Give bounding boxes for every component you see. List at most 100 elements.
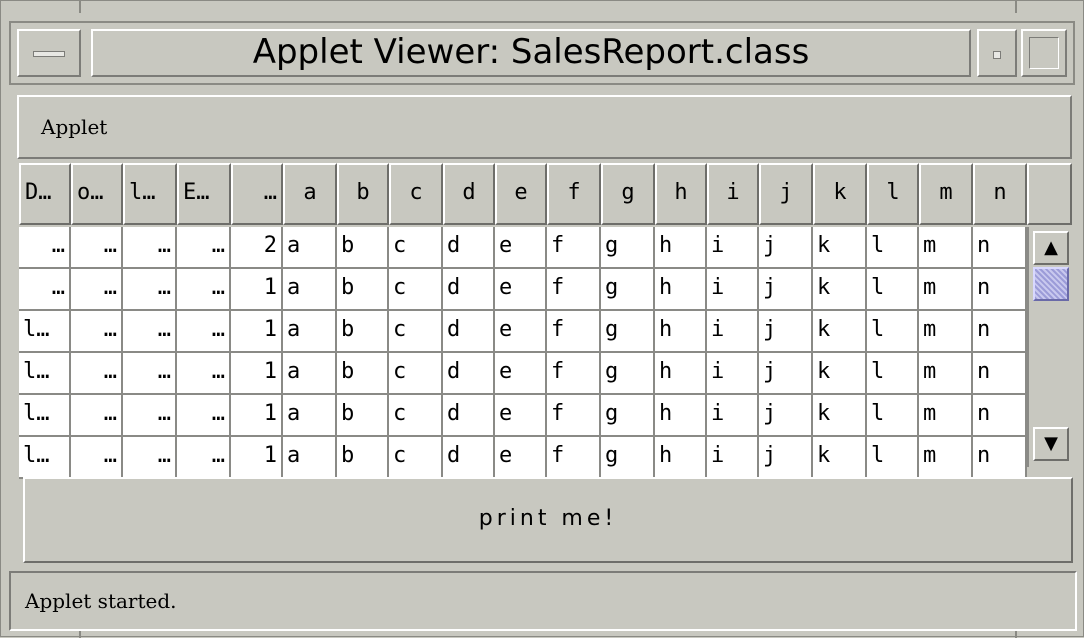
- table-cell[interactable]: …: [71, 395, 123, 437]
- column-header[interactable]: d: [443, 163, 495, 225]
- table-cell[interactable]: i: [707, 269, 759, 311]
- table-cell[interactable]: b: [337, 395, 389, 437]
- scroll-thumb[interactable]: [1033, 267, 1069, 301]
- table-cell[interactable]: c: [389, 311, 443, 353]
- vertical-scrollbar[interactable]: ▲ ▼: [1027, 227, 1072, 467]
- table-cell[interactable]: 1: [231, 269, 283, 311]
- table-cell[interactable]: e: [495, 227, 547, 269]
- column-header[interactable]: j: [759, 163, 813, 225]
- table-cell[interactable]: c: [389, 353, 443, 395]
- table-cell[interactable]: n: [973, 437, 1027, 479]
- column-header[interactable]: k: [813, 163, 867, 225]
- table-cell[interactable]: h: [655, 437, 707, 479]
- maximize-button[interactable]: [1021, 29, 1067, 77]
- table-cell[interactable]: i: [707, 353, 759, 395]
- table-cell[interactable]: m: [919, 269, 973, 311]
- column-header[interactable]: h: [655, 163, 707, 225]
- frame-resize-tick[interactable]: [79, 1, 81, 13]
- table-cell[interactable]: c: [389, 395, 443, 437]
- print-me-button[interactable]: print me!: [23, 477, 1073, 563]
- table-cell[interactable]: n: [973, 311, 1027, 353]
- table-cell[interactable]: b: [337, 311, 389, 353]
- table-cell[interactable]: g: [601, 269, 655, 311]
- title-bar[interactable]: Applet Viewer: SalesReport.class: [9, 21, 1075, 85]
- table-cell[interactable]: 1: [231, 311, 283, 353]
- table-cell[interactable]: d: [443, 227, 495, 269]
- column-header[interactable]: e: [495, 163, 547, 225]
- table-cell[interactable]: b: [337, 227, 389, 269]
- table-cell[interactable]: n: [973, 269, 1027, 311]
- table-cell[interactable]: l: [867, 437, 919, 479]
- table-cell[interactable]: h: [655, 395, 707, 437]
- table-cell[interactable]: k: [813, 227, 867, 269]
- scroll-up-arrow-icon[interactable]: ▲: [1033, 231, 1069, 265]
- table-cell[interactable]: l…: [19, 437, 71, 479]
- column-header[interactable]: c: [389, 163, 443, 225]
- table-cell[interactable]: k: [813, 395, 867, 437]
- table-cell[interactable]: 1: [231, 395, 283, 437]
- table-cell[interactable]: m: [919, 353, 973, 395]
- table-cell[interactable]: f: [547, 227, 601, 269]
- table-cell[interactable]: a: [283, 269, 337, 311]
- table-cell[interactable]: f: [547, 269, 601, 311]
- table-cell[interactable]: …: [71, 311, 123, 353]
- table-cell[interactable]: g: [601, 353, 655, 395]
- table-cell[interactable]: n: [973, 353, 1027, 395]
- column-header[interactable]: E…: [177, 163, 231, 225]
- table-cell[interactable]: k: [813, 269, 867, 311]
- table-cell[interactable]: …: [71, 269, 123, 311]
- table-cell[interactable]: b: [337, 437, 389, 479]
- table-cell[interactable]: j: [759, 269, 813, 311]
- table-cell[interactable]: n: [973, 395, 1027, 437]
- table-cell[interactable]: j: [759, 353, 813, 395]
- table-cell[interactable]: l…: [19, 395, 71, 437]
- table-cell[interactable]: h: [655, 311, 707, 353]
- table-cell[interactable]: h: [655, 227, 707, 269]
- table-cell[interactable]: m: [919, 227, 973, 269]
- table-cell[interactable]: i: [707, 311, 759, 353]
- table-cell[interactable]: 2: [231, 227, 283, 269]
- window-menu-button[interactable]: [17, 29, 81, 77]
- table-cell[interactable]: e: [495, 269, 547, 311]
- table-cell[interactable]: a: [283, 227, 337, 269]
- table-cell[interactable]: …: [177, 353, 231, 395]
- scroll-down-arrow-icon[interactable]: ▼: [1033, 427, 1069, 461]
- table-cell[interactable]: n: [973, 227, 1027, 269]
- minimize-button[interactable]: [977, 29, 1017, 77]
- column-header[interactable]: D…: [19, 163, 71, 225]
- table-cell[interactable]: l: [867, 395, 919, 437]
- table-cell[interactable]: j: [759, 437, 813, 479]
- table-cell[interactable]: m: [919, 437, 973, 479]
- table-cell[interactable]: …: [19, 227, 71, 269]
- menu-applet[interactable]: Applet: [41, 97, 107, 157]
- column-header[interactable]: f: [547, 163, 601, 225]
- table-cell[interactable]: f: [547, 353, 601, 395]
- table-cell[interactable]: l: [867, 227, 919, 269]
- table-cell[interactable]: …: [19, 269, 71, 311]
- table-cell[interactable]: …: [123, 353, 177, 395]
- column-header[interactable]: g: [601, 163, 655, 225]
- table-cell[interactable]: i: [707, 437, 759, 479]
- table-cell[interactable]: …: [123, 227, 177, 269]
- column-header[interactable]: b: [337, 163, 389, 225]
- table-cell[interactable]: …: [71, 353, 123, 395]
- table-cell[interactable]: k: [813, 353, 867, 395]
- table-cell[interactable]: e: [495, 437, 547, 479]
- table-cell[interactable]: …: [71, 437, 123, 479]
- table-cell[interactable]: 1: [231, 353, 283, 395]
- table-cell[interactable]: g: [601, 227, 655, 269]
- column-header[interactable]: n: [973, 163, 1027, 225]
- column-header[interactable]: …: [231, 163, 283, 225]
- table-cell[interactable]: …: [177, 437, 231, 479]
- table-cell[interactable]: m: [919, 395, 973, 437]
- column-header[interactable]: l: [867, 163, 919, 225]
- table-cell[interactable]: …: [177, 227, 231, 269]
- table-cell[interactable]: j: [759, 311, 813, 353]
- table-cell[interactable]: m: [919, 311, 973, 353]
- table-cell[interactable]: g: [601, 311, 655, 353]
- table-cell[interactable]: k: [813, 311, 867, 353]
- table-cell[interactable]: c: [389, 269, 443, 311]
- table-cell[interactable]: d: [443, 269, 495, 311]
- table-cell[interactable]: d: [443, 437, 495, 479]
- table-cell[interactable]: g: [601, 437, 655, 479]
